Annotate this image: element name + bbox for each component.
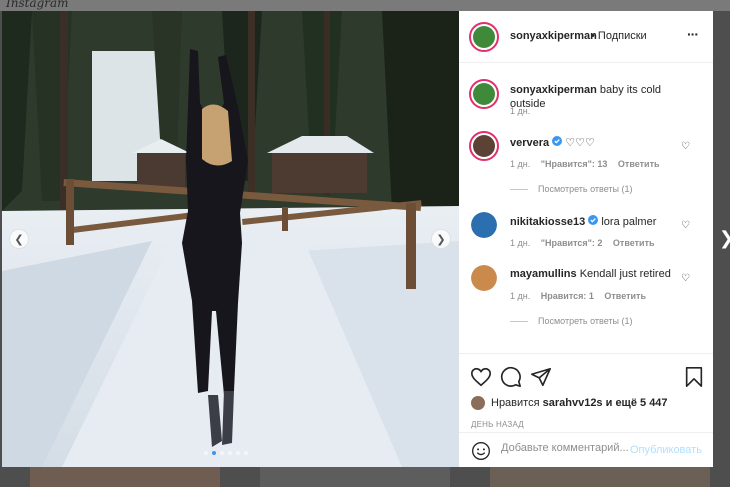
comment-like-icon[interactable]: ♡	[681, 273, 690, 284]
comment-likes[interactable]: Нравится: 1	[541, 291, 594, 301]
background-thumbnail	[260, 467, 450, 487]
carousel-prev-button[interactable]: ❮	[9, 229, 29, 249]
carousel-dot	[236, 451, 240, 455]
post-actions: Нравится sarahvv12s и ещё 5 447 ДЕНЬ НАЗ…	[459, 353, 713, 467]
comment-username[interactable]: mayamullins	[510, 268, 577, 280]
comment-bubble-icon[interactable]	[500, 366, 522, 388]
divider-line	[510, 321, 528, 323]
comments-list: sonyaxkiperman baby its cold outside 1 д…	[459, 63, 713, 353]
carousel-dots	[204, 451, 248, 455]
chevron-right-icon: ❯	[436, 233, 446, 246]
reply-button[interactable]: Ответить	[604, 291, 646, 301]
caption-time[interactable]: 1 дн.	[510, 106, 530, 116]
chevron-left-icon: ❮	[14, 233, 24, 246]
comment-meta: 1 дн. "Нравится": 2 Ответить	[510, 238, 663, 248]
background-thumbnail	[30, 467, 220, 487]
commenter-avatar[interactable]	[471, 265, 497, 291]
author-username[interactable]: sonyaxkiperman	[510, 30, 597, 42]
view-replies-button[interactable]: Посмотреть ответы (1)	[510, 184, 633, 194]
carousel-next-button[interactable]: ❯	[431, 229, 451, 249]
view-replies-label: Посмотреть ответы (1)	[538, 316, 633, 326]
comment-likes[interactable]: "Нравится": 13	[541, 159, 608, 169]
comment-likes[interactable]: "Нравится": 2	[541, 238, 603, 248]
comment-meta: 1 дн. "Нравится": 13 Ответить	[510, 159, 668, 169]
author-avatar[interactable]	[469, 22, 499, 52]
comment-text: Kendall just retired	[579, 268, 671, 280]
comment-item: ververa ♡♡♡	[510, 136, 685, 150]
emoji-icon[interactable]	[471, 441, 491, 461]
background-thumbnail	[490, 467, 710, 487]
comment-like-icon[interactable]: ♡	[681, 141, 690, 152]
like-heart-icon[interactable]	[470, 366, 492, 388]
carousel-dot	[228, 451, 232, 455]
commenter-avatar[interactable]	[469, 131, 499, 161]
carousel-dot	[244, 451, 248, 455]
comment-username[interactable]: nikitakiosse13	[510, 216, 585, 228]
liked-by-username[interactable]: sarahvv12s	[543, 397, 603, 409]
bookmark-icon[interactable]	[683, 366, 705, 388]
reply-button[interactable]: Ответить	[618, 159, 660, 169]
comment-input[interactable]	[501, 442, 629, 454]
post-date[interactable]: ДЕНЬ НАЗАД	[471, 420, 524, 429]
comment-composer: Опубликовать	[459, 432, 713, 468]
carousel-dot	[220, 451, 224, 455]
comment-item: nikitakiosse13 lora palmer	[510, 215, 685, 229]
publish-button[interactable]: Опубликовать	[630, 444, 702, 456]
comment-item: mayamullins Kendall just retired	[510, 267, 685, 281]
verified-badge-icon	[552, 136, 563, 149]
post-photo[interactable]	[2, 11, 459, 467]
comment-time[interactable]: 1 дн.	[510, 159, 530, 169]
next-post-arrow[interactable]: ❯	[719, 228, 730, 249]
commenter-avatar[interactable]	[471, 212, 497, 238]
chevron-right-icon: ❯	[719, 228, 730, 248]
instagram-logo: Instagram	[6, 0, 69, 10]
post-header: sonyaxkiperman • Подписки ···	[459, 11, 713, 63]
liker-avatar[interactable]	[471, 396, 485, 410]
view-replies-button[interactable]: Посмотреть ответы (1)	[510, 316, 633, 326]
likes-others[interactable]: и ещё 5 447	[606, 397, 668, 409]
comment-text: lora palmer	[601, 216, 657, 228]
reply-button[interactable]: Ответить	[613, 238, 655, 248]
author-avatar[interactable]	[469, 79, 499, 109]
background-navbar: Instagram	[0, 0, 730, 11]
likes-prefix: Нравится	[491, 397, 540, 409]
verified-badge-icon	[588, 215, 599, 228]
comment-meta: 1 дн. Нравится: 1 Ответить	[510, 291, 654, 301]
comment-time[interactable]: 1 дн.	[510, 291, 530, 301]
carousel-dot	[204, 451, 208, 455]
divider-line	[510, 189, 528, 191]
post-side-panel: sonyaxkiperman • Подписки ··· sonyaxkipe…	[459, 11, 713, 467]
more-options-icon[interactable]: ···	[687, 26, 699, 42]
caption-meta: 1 дн.	[510, 106, 538, 116]
comment-text: ♡♡♡	[565, 137, 595, 149]
view-replies-label: Посмотреть ответы (1)	[538, 184, 633, 194]
likes-summary: Нравится sarahvv12s и ещё 5 447	[471, 396, 668, 410]
comment-username[interactable]: ververa	[510, 137, 549, 149]
following-label[interactable]: • Подписки	[591, 30, 647, 42]
carousel-dot	[212, 451, 216, 455]
comment-like-icon[interactable]: ♡	[681, 220, 690, 231]
comment-time[interactable]: 1 дн.	[510, 238, 530, 248]
caption-username[interactable]: sonyaxkiperman	[510, 84, 597, 96]
share-direct-icon[interactable]	[530, 366, 552, 388]
